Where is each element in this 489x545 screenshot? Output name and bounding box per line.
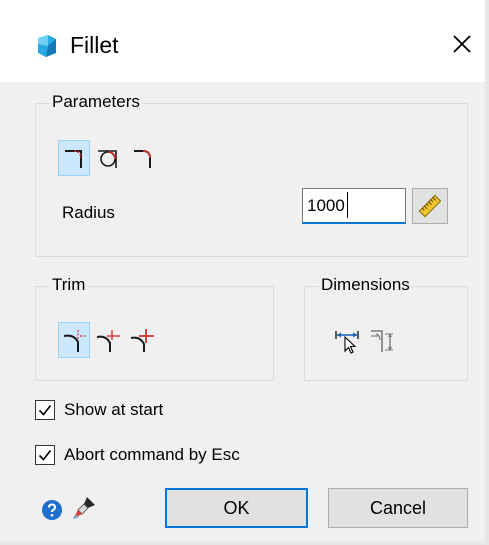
title-bar[interactable]: Fillet xyxy=(0,0,485,82)
trim-both-icon xyxy=(63,330,86,352)
radius-input[interactable] xyxy=(302,188,406,224)
fillet-arc-mode-button[interactable] xyxy=(58,140,90,176)
window-frame-right xyxy=(485,0,489,545)
fillet-arc-icon xyxy=(65,150,82,168)
checkmark-icon xyxy=(38,450,52,461)
abort-by-esc-label[interactable]: Abort command by Esc xyxy=(64,444,240,466)
abort-by-esc-checkbox[interactable] xyxy=(35,445,55,465)
trim-legend: Trim xyxy=(50,274,88,296)
dimension-pick-icon xyxy=(335,331,359,354)
help-icon xyxy=(42,500,62,520)
show-at-start-checkbox[interactable] xyxy=(35,400,55,420)
text-caret xyxy=(347,192,348,218)
app-logo-icon xyxy=(34,34,58,58)
radius-label: Radius xyxy=(62,203,115,222)
trim-none-button[interactable] xyxy=(126,322,158,358)
cancel-button[interactable]: Cancel xyxy=(328,488,468,528)
parameters-group: Parameters xyxy=(35,91,468,257)
fillet-chamfer-mode-button[interactable] xyxy=(126,140,158,176)
ok-button[interactable]: OK xyxy=(165,488,308,528)
trim-first-icon xyxy=(96,330,120,352)
trim-first-button[interactable] xyxy=(92,322,124,358)
close-icon xyxy=(453,35,471,53)
trim-none-icon xyxy=(130,329,154,352)
dimension-pick-button[interactable] xyxy=(332,322,364,358)
dimension-radius-button[interactable] xyxy=(366,322,398,358)
trim-both-button[interactable] xyxy=(58,322,90,358)
close-button[interactable] xyxy=(442,24,482,64)
ruler-icon xyxy=(418,194,442,218)
dialog-body: Parameters Radius Trim xyxy=(0,82,485,541)
checkmark-icon xyxy=(38,405,52,416)
window-title: Fillet xyxy=(70,32,119,58)
pick-radius-button[interactable] xyxy=(412,188,448,224)
fillet-circle-mode-button[interactable] xyxy=(92,140,124,176)
parameters-legend: Parameters xyxy=(50,91,142,113)
dimension-radius-icon xyxy=(371,330,393,352)
window-frame-bottom xyxy=(0,541,489,545)
show-at-start-label[interactable]: Show at start xyxy=(64,399,163,421)
paintbrush-icon xyxy=(73,497,95,519)
help-button[interactable] xyxy=(37,495,67,525)
fillet-circle-icon xyxy=(98,150,117,168)
dimensions-legend: Dimensions xyxy=(319,274,412,296)
fillet-rounded-icon xyxy=(134,150,151,168)
appearance-button[interactable] xyxy=(69,493,99,523)
